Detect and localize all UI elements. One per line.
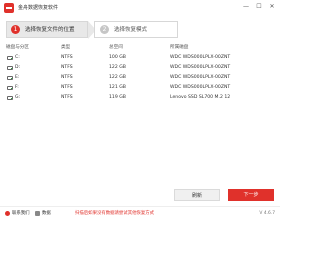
type-cell: NTFS: [61, 55, 73, 60]
type-cell: NTFS: [61, 75, 73, 80]
minimize-button[interactable]: —: [240, 2, 252, 12]
drive-icon: [7, 76, 13, 80]
partition-table: 磁盘与分区 类型 总空间 所属磁盘 C: NTFS 100 GB WDC WDS…: [6, 43, 274, 103]
step-number: 2: [100, 25, 109, 34]
drive-label: G:: [15, 95, 21, 100]
drive-label: E:: [15, 75, 20, 80]
disk-cell: Lenovo SSD SL700 M.2 12: [170, 95, 231, 100]
step-label: 选择恢复文件的位置: [25, 27, 75, 33]
step-number: 1: [11, 25, 20, 34]
size-cell: 122 GB: [109, 75, 126, 80]
size-cell: 119 GB: [109, 95, 126, 100]
refresh-button[interactable]: 刷新: [174, 189, 220, 201]
drive-icon: [7, 56, 13, 60]
disk-cell: WDC WDS000LPLX-00ZNT: [170, 55, 231, 60]
window-controls: — ☐ ✕: [240, 2, 278, 12]
type-cell: NTFS: [61, 65, 73, 70]
close-button[interactable]: ✕: [266, 2, 278, 12]
step-select-mode: 2 选择恢复模式: [94, 21, 178, 38]
drive-icon: [7, 96, 13, 100]
version-label: V 4.6.7: [259, 211, 275, 216]
app-title: 金舟数据恢复软件: [18, 5, 59, 11]
step-label: 选择恢复模式: [114, 27, 148, 33]
type-cell: NTFS: [61, 95, 73, 100]
table-row[interactable]: E: NTFS 122 GB WDC WDS000LPLX-00ZNT: [6, 73, 274, 83]
drive-label: C:: [15, 55, 20, 60]
header-type: 类型: [61, 45, 71, 50]
size-cell: 122 GB: [109, 65, 126, 70]
disk-cell: WDC WDS000LPLX-00ZNT: [170, 65, 231, 70]
data-icon: [35, 211, 40, 216]
drive-label: F:: [15, 85, 19, 90]
step-indicator: 1 选择恢复文件的位置 2 选择恢复模式: [0, 21, 280, 39]
table-header: 磁盘与分区 类型 总空间 所属磁盘: [6, 43, 274, 53]
size-cell: 121 GB: [109, 85, 126, 90]
step-select-location: 1 选择恢复文件的位置: [6, 21, 96, 39]
scan-notice-link[interactable]: 扫描后如果没有数据请尝试其他恢复方式: [75, 209, 154, 218]
footer-divider: [0, 206, 280, 207]
size-cell: 100 GB: [109, 55, 126, 60]
disk-cell: WDC WDS000LPLX-00ZNT: [170, 85, 231, 90]
maximize-button[interactable]: ☐: [253, 2, 265, 12]
header-disk: 所属磁盘: [170, 45, 189, 50]
contact-link[interactable]: 联系我们: [12, 209, 30, 218]
type-cell: NTFS: [61, 85, 73, 90]
header-partition: 磁盘与分区: [6, 45, 29, 50]
table-row[interactable]: G: NTFS 119 GB Lenovo SSD SL700 M.2 12: [6, 93, 274, 103]
drive-label: D:: [15, 65, 21, 70]
app-logo-icon: [4, 3, 14, 13]
drive-icon: [7, 66, 13, 70]
table-row[interactable]: F: NTFS 121 GB WDC WDS000LPLX-00ZNT: [6, 83, 274, 93]
drive-icon: [7, 86, 13, 90]
header-size: 总空间: [109, 45, 123, 50]
footer: 联系我们 数据 扫描后如果没有数据请尝试其他恢复方式 V 4.6.7: [0, 209, 280, 219]
contact-icon: [5, 211, 10, 216]
table-row[interactable]: D: NTFS 122 GB WDC WDS000LPLX-00ZNT: [6, 63, 274, 73]
table-row[interactable]: C: NTFS 100 GB WDC WDS000LPLX-00ZNT: [6, 53, 274, 63]
next-button[interactable]: 下一步: [228, 189, 274, 201]
disk-cell: WDC WDS000LPLX-00ZNT: [170, 75, 231, 80]
data-link[interactable]: 数据: [42, 209, 51, 218]
title-bar: 金舟数据恢复软件 — ☐ ✕: [0, 0, 280, 16]
